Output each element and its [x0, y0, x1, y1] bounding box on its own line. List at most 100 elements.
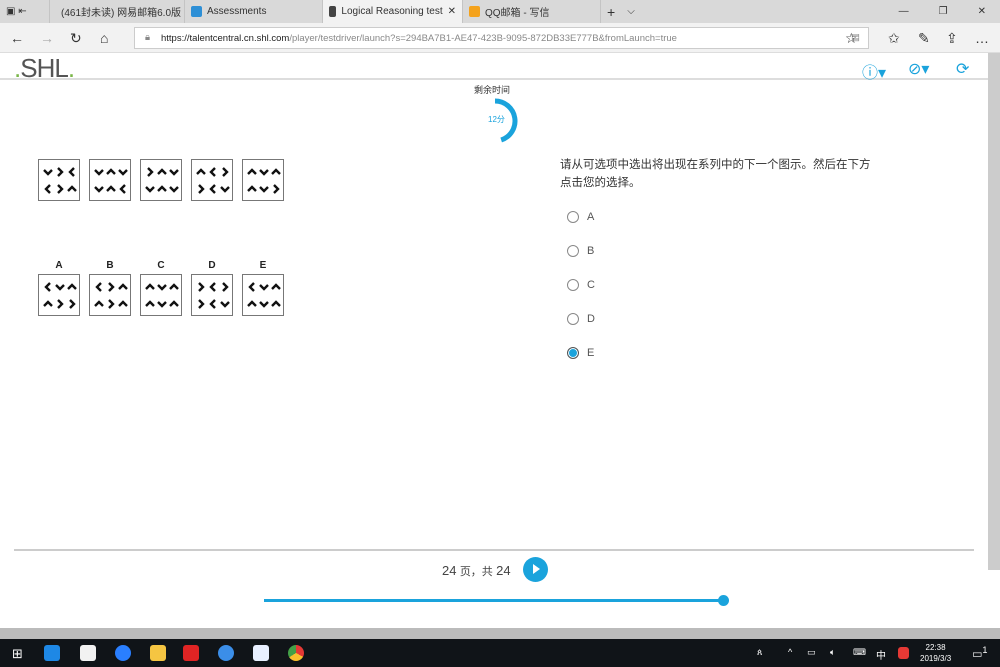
- answer-option-d[interactable]: D: [567, 313, 595, 325]
- chrome-icon[interactable]: [288, 645, 304, 661]
- series-figure: [242, 159, 284, 201]
- chevron-right-icon: [69, 299, 76, 309]
- feishu-icon[interactable]: [253, 645, 269, 661]
- chevron-right-icon: [222, 167, 229, 177]
- tray-expand-icon[interactable]: ^: [788, 647, 792, 657]
- help-icon[interactable]: ⓘ▾: [862, 59, 886, 83]
- option-label: E: [587, 347, 595, 359]
- chevron-down-icon: [157, 284, 167, 291]
- taskbar: ⊞ ጰ ^ ▭ 🔈︎ ⌨ 中 22:38 2019/3/3 ▭1: [0, 639, 1000, 667]
- close-window-button[interactable]: ✕: [978, 6, 986, 17]
- url-input[interactable]: 🔒︎ https://talentcentral.cn.shl.com/playe…: [134, 27, 869, 49]
- chevron-left-icon: [209, 184, 216, 194]
- answer-figure: [140, 274, 182, 316]
- tab-actions[interactable]: ▣ ⇤: [0, 0, 50, 23]
- browser-tab[interactable]: (461封未读) 网易邮箱6.0版: [50, 0, 185, 23]
- forward-icon[interactable]: →: [40, 30, 54, 46]
- timer-value: 12分: [488, 115, 505, 124]
- store-icon[interactable]: [80, 645, 96, 661]
- answer-figure: [89, 274, 131, 316]
- answer-option-c[interactable]: C: [567, 279, 595, 291]
- tab-favicon-icon: [469, 6, 480, 17]
- tab-favicon-icon: [329, 6, 337, 17]
- answer-figure-label: A: [55, 260, 63, 271]
- chevron-down-icon: [118, 169, 128, 176]
- chevron-down-icon: [169, 186, 179, 193]
- vertical-scrollbar[interactable]: [988, 53, 1000, 570]
- tab-list-button[interactable]: ⌵: [621, 0, 641, 23]
- chevron-left-icon: [119, 184, 126, 194]
- chevron-right-icon: [198, 299, 205, 309]
- progress-bar: [264, 599, 724, 602]
- chevron-up-icon: [196, 168, 206, 175]
- notification-icon[interactable]: ▭1: [972, 645, 988, 661]
- new-tab-button[interactable]: +: [601, 0, 621, 23]
- series-figure: [38, 159, 80, 201]
- chevron-left-icon: [248, 282, 255, 292]
- progress-handle: [718, 595, 729, 606]
- exit-icon[interactable]: ⟳: [956, 59, 969, 79]
- minimize-button[interactable]: —: [899, 6, 909, 17]
- chevron-down-icon: [259, 169, 269, 176]
- chevron-down-icon: [94, 169, 104, 176]
- chevron-right-icon: [108, 282, 115, 292]
- radio-button[interactable]: [567, 279, 579, 291]
- radio-button[interactable]: [567, 347, 579, 359]
- answer-option-b[interactable]: B: [567, 245, 594, 257]
- browser-tab[interactable]: Logical Reasoning test ✕: [323, 0, 463, 23]
- chevron-up-icon: [145, 300, 155, 307]
- radio-button[interactable]: [567, 313, 579, 325]
- answer-option-a[interactable]: A: [567, 211, 594, 223]
- clock[interactable]: 22:38 2019/3/3: [920, 642, 951, 664]
- chevron-left-icon: [44, 184, 51, 194]
- page-indicator: 24 页，共 24: [442, 563, 511, 578]
- chevron-up-icon: [247, 300, 257, 307]
- browser-tab[interactable]: Assessments: [185, 0, 323, 23]
- more-icon[interactable]: …: [975, 30, 989, 46]
- favorite-star-icon[interactable]: ☆: [845, 30, 858, 47]
- chevron-down-icon: [145, 186, 155, 193]
- chevron-right-icon: [198, 184, 205, 194]
- horizontal-scrollbar[interactable]: [0, 628, 1000, 639]
- keyboard-icon[interactable]: ⌨: [853, 647, 866, 658]
- people-icon[interactable]: ጰ: [757, 647, 762, 658]
- radio-button[interactable]: [567, 211, 579, 223]
- share-icon[interactable]: ⇪: [946, 30, 958, 47]
- chevron-up-icon: [106, 185, 116, 192]
- kugou-icon[interactable]: [115, 645, 131, 661]
- series-figure: [140, 159, 182, 201]
- answer-figure: [242, 274, 284, 316]
- answer-figure-label: D: [208, 260, 216, 271]
- answer-symbols: [94, 282, 128, 309]
- app-icon[interactable]: [218, 645, 234, 661]
- favorites-icon[interactable]: ✩: [888, 30, 900, 47]
- series-symbols: [247, 168, 281, 194]
- volume-icon[interactable]: 🔈︎: [830, 647, 835, 658]
- close-tab-icon[interactable]: ✕: [448, 6, 456, 17]
- accessibility-icon[interactable]: ⊘▾: [908, 59, 929, 79]
- refresh-icon[interactable]: ↻: [70, 30, 82, 47]
- chevron-down-icon: [259, 301, 269, 308]
- chevron-right-icon: [57, 299, 64, 309]
- notes-icon[interactable]: ✎: [918, 30, 930, 47]
- chevron-up-icon: [157, 168, 167, 175]
- youdao-icon[interactable]: [183, 645, 199, 661]
- browser-tab[interactable]: QQ邮箱 - 写信: [463, 0, 601, 23]
- sogou-icon[interactable]: [898, 647, 909, 659]
- home-icon[interactable]: ⌂: [100, 30, 108, 46]
- next-button[interactable]: [523, 557, 548, 582]
- edge-icon[interactable]: [44, 645, 60, 661]
- file-explorer-icon[interactable]: [150, 645, 166, 661]
- chevron-down-icon: [220, 186, 230, 193]
- tab-title: (461封未读) 网易邮箱6.0版: [61, 8, 182, 19]
- start-icon[interactable]: ⊞: [12, 646, 23, 662]
- back-icon[interactable]: ←: [10, 30, 24, 46]
- answer-option-e[interactable]: E: [567, 347, 594, 359]
- ime-indicator[interactable]: 中: [876, 647, 886, 662]
- series-symbols: [94, 168, 128, 194]
- network-icon[interactable]: ▭: [807, 647, 816, 658]
- restore-button[interactable]: ❐: [939, 6, 948, 17]
- series-figure: [89, 159, 131, 201]
- radio-button[interactable]: [567, 245, 579, 257]
- tab-favicon-icon: [191, 6, 202, 17]
